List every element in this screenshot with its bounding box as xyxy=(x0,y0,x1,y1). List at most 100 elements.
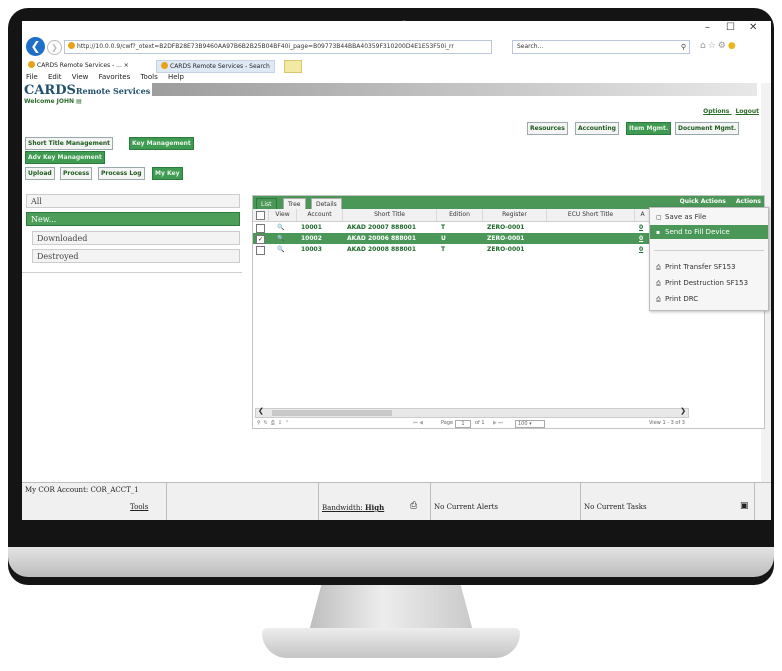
tools-link[interactable]: Tools xyxy=(130,503,148,511)
screen: – ☐ ✕ ❮ ❯ http://10.0.0.9/cwf?_otext=B2D… xyxy=(22,21,771,520)
nav-item-downloaded[interactable]: Downloaded xyxy=(32,231,240,245)
menu-divider xyxy=(654,250,764,251)
star-icon[interactable]: ☆ xyxy=(708,41,718,51)
view-icon[interactable]: 🔍 xyxy=(275,244,295,255)
forward-arrow-icon[interactable]: ❯ xyxy=(47,40,62,55)
menu-view[interactable]: View xyxy=(72,73,89,81)
gear-icon[interactable]: ⚙ xyxy=(718,41,728,51)
up-icon[interactable]: ⌃ xyxy=(285,420,292,426)
cell-short-title: AKAD 20008 888001 xyxy=(347,246,417,253)
options-link[interactable]: Options xyxy=(703,108,729,115)
status-alerts[interactable]: No Current Alerts xyxy=(430,483,581,520)
tab-key-management[interactable]: Key Management xyxy=(129,137,194,150)
page-size-select[interactable]: 100 ▾ xyxy=(515,420,545,428)
printer-icon[interactable]: ⎙ xyxy=(410,501,417,511)
first-prev-icons[interactable]: ⏮ ◀ xyxy=(413,418,423,428)
menu-tools[interactable]: Tools xyxy=(140,73,157,81)
tab-close-icon[interactable]: × xyxy=(124,62,129,69)
tab-process[interactable]: Process xyxy=(60,167,93,180)
row-checkbox[interactable] xyxy=(256,246,265,255)
tab-upload[interactable]: Upload xyxy=(25,167,55,180)
quick-actions-menu[interactable]: Quick Actions xyxy=(680,198,726,205)
page-input[interactable]: 1 xyxy=(455,420,471,428)
scroll-left-icon[interactable]: ❮ xyxy=(258,407,264,415)
search-icon[interactable]: ⚲ xyxy=(681,41,686,53)
cell-short-title: AKAD 20007 888001 xyxy=(347,224,417,231)
tab-document-mgmt[interactable]: Document Mgmt. xyxy=(675,122,740,135)
cell-edition: T xyxy=(441,246,446,253)
menu-send-to-fill-device[interactable]: ▪ Send to Fill Device xyxy=(650,225,768,239)
tab-short-title-management[interactable]: Short Title Management xyxy=(25,137,114,150)
menu-print-destruction[interactable]: ⎙ Print Destruction SF153 xyxy=(650,276,768,290)
cell-edition: U xyxy=(441,235,446,242)
scroll-right-icon[interactable]: ❯ xyxy=(680,407,686,415)
row-checkbox[interactable] xyxy=(256,224,265,233)
cell-register: ZERO-0001 xyxy=(487,235,525,242)
menu-favorites[interactable]: Favorites xyxy=(99,73,131,81)
home-icon[interactable]: ⌂ xyxy=(700,41,708,51)
row-checkbox[interactable]: ✓ xyxy=(256,235,265,244)
cell-account: 10002 xyxy=(301,235,322,242)
print-icon[interactable]: ⎙ xyxy=(271,420,278,426)
next-last-icons[interactable]: ▶ ⏭ xyxy=(493,418,503,428)
notes-icon[interactable]: ▤ xyxy=(76,98,82,105)
close-icon[interactable]: ✕ xyxy=(749,22,757,33)
col-edition[interactable]: Edition xyxy=(437,209,483,221)
cell-register: ZERO-0001 xyxy=(487,246,525,253)
scroll-thumb[interactable] xyxy=(272,410,392,416)
col-register[interactable]: Register xyxy=(483,209,547,221)
address-bar[interactable]: http://10.0.0.9/cwf?_otext=B2DFB28E73B94… xyxy=(64,40,492,54)
pager-summary: View 1 - 3 of 3 xyxy=(649,420,685,426)
print-icon: ⎙ xyxy=(656,264,661,271)
tab-process-log[interactable]: Process Log xyxy=(98,167,145,180)
menu-help[interactable]: Help xyxy=(168,73,184,81)
col-view[interactable]: View xyxy=(269,209,297,221)
grid-horizontal-scrollbar[interactable]: ❮ ❯ xyxy=(255,407,689,418)
smiley-icon[interactable]: ● xyxy=(728,41,738,51)
menu-print-drc[interactable]: ⎙ Print DRC xyxy=(650,292,768,306)
tab-adv-key-management[interactable]: Adv Key Management xyxy=(25,151,105,164)
welcome-text: Welcome JOHN ▤ xyxy=(24,98,82,105)
actions-menu[interactable]: Actions xyxy=(736,198,761,205)
tab-my-key[interactable]: My Key xyxy=(152,167,183,180)
pager-tool-icons: ⚲↻⎙⇩⌃ xyxy=(257,418,292,428)
cell-ecu xyxy=(549,244,635,255)
header-select-all[interactable] xyxy=(253,209,269,221)
minimize-icon[interactable]: – xyxy=(705,22,710,33)
browser-search-input[interactable]: Search... ⚲ xyxy=(512,40,690,54)
print-icon: ⎙ xyxy=(656,296,661,303)
tab-accounting[interactable]: Accounting xyxy=(575,122,619,135)
status-bar: My COR Account: COR_ACCT_1 Tools Bandwid… xyxy=(22,482,771,520)
view-icon[interactable]: 🔍 xyxy=(275,222,295,233)
nav-item-new[interactable]: New... xyxy=(26,212,240,226)
tab-item-mgmt[interactable]: Item Mgmt. xyxy=(626,122,672,135)
refresh-icon[interactable]: ↻ xyxy=(264,420,271,426)
tasks-icon[interactable]: ▣ xyxy=(740,501,749,511)
maximize-icon[interactable]: ☐ xyxy=(726,22,735,33)
back-arrow-icon[interactable]: ❮ xyxy=(26,37,45,56)
export-icon[interactable]: ⇩ xyxy=(278,420,285,426)
col-short-title[interactable]: Short Title xyxy=(343,209,437,221)
status-bandwidth: Bandwidth: High ⎙ xyxy=(318,483,431,520)
browser-tab-1[interactable]: CARDS Remote Services - ... × xyxy=(24,60,133,71)
logout-link[interactable]: Logout xyxy=(735,108,759,115)
top-links: Options Logout xyxy=(699,108,759,115)
nav-item-all[interactable]: All xyxy=(26,194,240,208)
col-account[interactable]: Account xyxy=(297,209,343,221)
view-icon[interactable]: 🔍 xyxy=(275,233,295,244)
cell-account: 10001 xyxy=(301,224,322,231)
page-of: of 1 xyxy=(475,420,485,426)
select-all-checkbox[interactable] xyxy=(256,211,265,220)
menu-file[interactable]: File xyxy=(26,73,38,81)
menu-save-as-file[interactable]: ▢ Save as File xyxy=(650,210,768,224)
status-spacer xyxy=(166,483,319,520)
col-ecu-short-title[interactable]: ECU Short Title xyxy=(547,209,635,221)
nav-item-destroyed[interactable]: Destroyed xyxy=(32,249,240,263)
status-cor-account: My COR Account: COR_ACCT_1 Tools xyxy=(22,483,167,520)
tab-resources[interactable]: Resources xyxy=(527,122,568,135)
menu-edit[interactable]: Edit xyxy=(48,73,62,81)
site-favicon-icon xyxy=(68,42,75,49)
menu-print-transfer[interactable]: ⎙ Print Transfer SF153 xyxy=(650,260,768,274)
status-tasks[interactable]: No Current Tasks ▣ xyxy=(580,483,755,520)
search-icon[interactable]: ⚲ xyxy=(257,420,264,426)
